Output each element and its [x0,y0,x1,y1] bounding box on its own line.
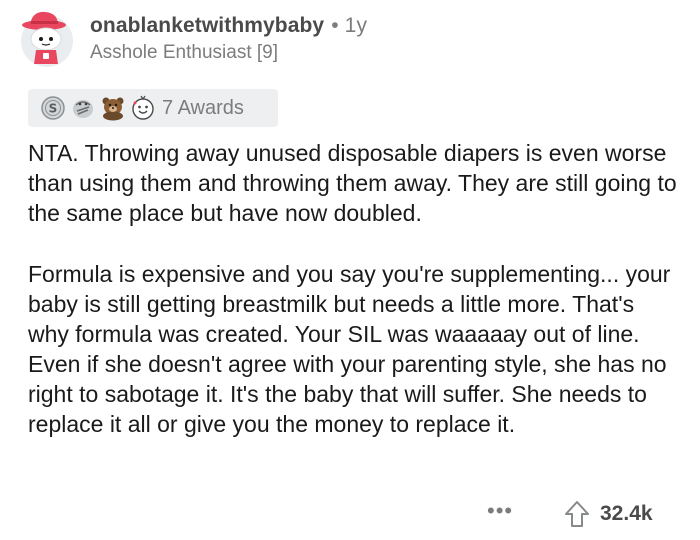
avatar-icon [21,11,73,67]
vote-score: 32.4k [600,502,653,525]
comment-body: NTA. Throwing away unused disposable dia… [28,138,678,470]
bear-award-icon [100,95,126,121]
user-avatar[interactable] [16,8,78,70]
svg-text:S: S [49,102,58,116]
header-separator: • [331,14,339,37]
comment-paragraph: Formula is expensive and you say you're … [28,261,671,437]
upvote-arrow-icon[interactable] [564,500,590,528]
comment-age: 1y [344,14,368,37]
awards-count: 7 Awards [162,96,244,119]
wholesome-award-icon [130,95,156,121]
comment-header: onablanketwithmybaby • 1y [90,14,367,38]
hugz-icon [70,95,96,121]
silver-coin-icon: S [40,95,66,121]
comment-paragraph: NTA. Throwing away unused disposable dia… [28,140,677,226]
awards-bar[interactable]: S 7 Awards [28,89,278,127]
username-link[interactable]: onablanketwithmybaby [90,14,324,37]
more-options-button[interactable]: ••• [487,500,513,522]
user-flair: Asshole Enthusiast [9] [90,42,278,63]
comment: onablanketwithmybaby • 1y Asshole Enthusia… [0,0,700,540]
comment-footer: ••• 32.4k [0,498,700,532]
